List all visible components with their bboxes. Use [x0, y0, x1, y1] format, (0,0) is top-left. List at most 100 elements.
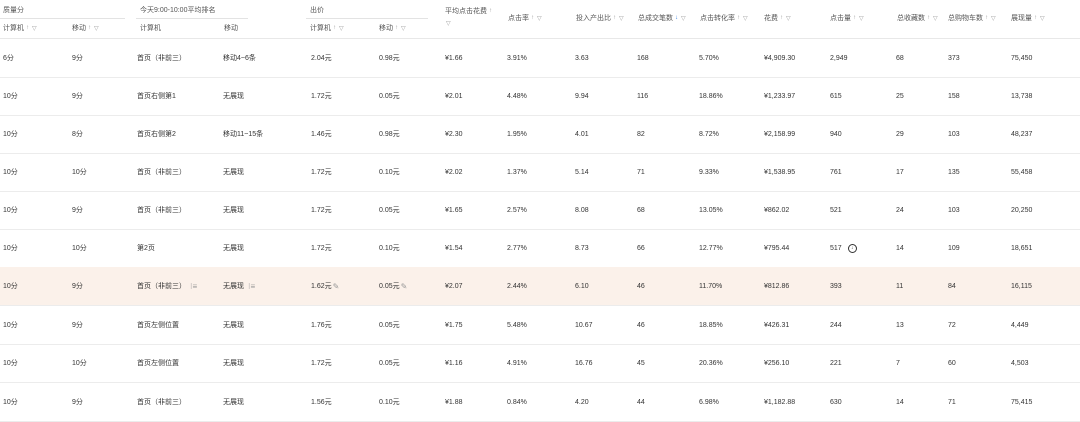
filter-icon[interactable]: ▽	[681, 15, 687, 22]
filter-icon[interactable]: ▽	[401, 25, 407, 32]
filter-icon[interactable]: ▽	[619, 15, 625, 22]
cell-bid-pc[interactable]: 2.04元	[311, 39, 332, 77]
rank-list-icon[interactable]: ⁝≡	[248, 282, 255, 291]
col-carts[interactable]: 总购物车数 ↑ ▽	[948, 13, 997, 23]
table-row[interactable]: 6分 9分 首页（非前三） 移动4~6条 2.04元 0.98元 ¥1.66 3…	[0, 39, 1080, 78]
filter-icon[interactable]: ▽	[859, 15, 865, 22]
group-divider	[0, 18, 125, 19]
cell-rank-mobile: 无展现	[223, 245, 244, 252]
table-row[interactable]: 10分 9分 首页右侧第1 无展现 1.72元 0.05元 ¥2.01 4.48…	[0, 77, 1080, 116]
cell-favs: 14	[896, 398, 904, 406]
cell-impressions: 75,415	[1011, 398, 1033, 406]
filter-icon[interactable]: ▽	[786, 15, 792, 22]
col-cost[interactable]: 花费 ↑ ▽	[764, 13, 792, 23]
cell-cvr: 9.33%	[699, 168, 719, 176]
col-ctr[interactable]: 点击率 ↑ ▽	[508, 13, 543, 23]
cell-bid-pc[interactable]: 1.72元	[311, 77, 332, 115]
filter-icon[interactable]: ▽	[1040, 15, 1046, 22]
cell-bid-mobile[interactable]: 0.05元	[379, 191, 400, 229]
cell-bid-mobile[interactable]: 0.05元 ✎	[379, 267, 407, 305]
sort-icon[interactable]: ↑	[613, 15, 617, 21]
sort-icon[interactable]: ↑	[531, 15, 535, 21]
cell-cvr: 6.98%	[699, 398, 719, 406]
group-divider	[136, 18, 248, 19]
filter-icon[interactable]: ▽	[933, 15, 939, 22]
col-cvr[interactable]: 点击转化率 ↑ ▽	[700, 13, 749, 23]
col-roi[interactable]: 投入产出比 ↑ ▽	[576, 13, 625, 23]
col-bid-mobile[interactable]: 移动 ↑ ▽	[379, 23, 407, 33]
cell-favs: 17	[896, 168, 904, 176]
sort-icon[interactable]: ↑	[395, 25, 399, 31]
filter-icon[interactable]: ▽	[743, 15, 749, 22]
col-impressions[interactable]: 展现量 ↑ ▽	[1011, 13, 1046, 23]
col-favs[interactable]: 总收藏数 ↑ ▽	[897, 13, 939, 23]
cell-bid-pc[interactable]: 1.72元	[311, 191, 332, 229]
sort-icon[interactable]: ↑	[927, 15, 931, 21]
sort-descending-icon[interactable]: ↓	[675, 15, 679, 21]
col-quality-pc[interactable]: 计算机 ↑ ▽	[3, 23, 38, 33]
cell-bid-pc[interactable]: 1.46元	[311, 115, 332, 153]
cell-bid-pc[interactable]: 1.56元	[311, 383, 332, 421]
pencil-icon[interactable]: ✎	[401, 282, 408, 291]
cell-cost: ¥1,233.97	[764, 92, 796, 100]
sort-icon[interactable]: ↑	[780, 15, 784, 21]
pencil-icon[interactable]: ✎	[333, 282, 340, 291]
filter-icon[interactable]: ▽	[32, 25, 38, 32]
cell-bid-mobile[interactable]: 0.98元	[379, 115, 400, 153]
cell-impressions: 4,449	[1011, 321, 1029, 329]
sort-icon[interactable]: ↑	[26, 25, 30, 31]
col-deals[interactable]: 总成交笔数 ↓ ▽	[638, 13, 687, 23]
col-quality-mobile[interactable]: 移动 ↑ ▽	[72, 23, 100, 33]
cell-bid-mobile[interactable]: 0.10元	[379, 383, 400, 421]
cell-carts: 60	[948, 359, 956, 367]
cell-rank-mobile: 无展现	[223, 169, 244, 176]
filter-icon[interactable]: ▽	[446, 20, 452, 27]
cell-deals: 71	[637, 168, 645, 176]
cell-bid-pc[interactable]: 1.72元	[311, 344, 332, 382]
table-row[interactable]: 10分 10分 首页左侧位置 无展现 1.72元 0.05元 ¥1.16 4.9…	[0, 344, 1080, 383]
sort-icon[interactable]: ↑	[489, 8, 493, 14]
avg-cpc-filter[interactable]: ▽	[446, 20, 452, 27]
cell-bid-mobile[interactable]: 0.10元	[379, 229, 400, 267]
cell-clicks: 2,949	[830, 54, 848, 62]
table-row[interactable]: 10分 10分 首页（非前三） 无展现 1.72元 0.10元 ¥2.02 1.…	[0, 153, 1080, 192]
cell-bid-pc[interactable]: 1.72元	[311, 153, 332, 191]
sort-icon[interactable]: ↑	[853, 15, 857, 21]
sort-up-icon[interactable]: ↑	[333, 25, 337, 31]
group-bid: 出价	[310, 7, 324, 14]
filter-icon[interactable]: ▽	[339, 25, 345, 32]
cell-favs: 24	[896, 206, 904, 214]
sort-icon[interactable]: ↑	[88, 25, 92, 31]
filter-icon[interactable]: ▽	[537, 15, 543, 22]
cell-bid-mobile[interactable]: 0.98元	[379, 39, 400, 77]
cell-bid-pc[interactable]: 1.62元 ✎	[311, 267, 339, 305]
cell-bid-mobile[interactable]: 0.05元	[379, 306, 400, 344]
col-clicks[interactable]: 点击量 ↑ ▽	[830, 13, 865, 23]
rank-list-icon[interactable]: ⁝≡	[190, 282, 197, 291]
sort-icon[interactable]: ↑	[1034, 15, 1038, 21]
cell-deals: 45	[637, 359, 645, 367]
cell-bid-mobile[interactable]: 0.05元	[379, 344, 400, 382]
cell-cvr: 13.05%	[699, 206, 723, 214]
cell-cost: ¥812.86	[764, 282, 790, 290]
filter-icon[interactable]: ▽	[94, 25, 100, 32]
sort-icon[interactable]: ↑	[985, 15, 989, 21]
cell-bid-mobile[interactable]: 0.10元	[379, 153, 400, 191]
filter-icon[interactable]: ▽	[991, 15, 997, 22]
table-row[interactable]: 10分 9分 首页左侧位置 无展现 1.76元 0.05元 ¥1.75 5.48…	[0, 306, 1080, 345]
col-bid-pc[interactable]: 计算机 ↑ ▽	[310, 23, 345, 33]
col-avg-cpc[interactable]: 平均点击花费 ↑	[445, 6, 493, 16]
cell-rank-mobile: 无展现	[223, 207, 244, 214]
table-row[interactable]: 10分 8分 首页右侧第2 移动11~15条 1.46元 0.98元 ¥2.30…	[0, 115, 1080, 154]
info-icon[interactable]: ↓	[847, 243, 857, 253]
cell-bid-pc[interactable]: 1.72元	[311, 229, 332, 267]
cell-ctr: 1.37%	[507, 168, 527, 176]
table-row[interactable]: 10分 9分 首页（非前三） 无展现 1.72元 0.05元 ¥1.65 2.5…	[0, 191, 1080, 230]
table-row[interactable]: 10分 10分 第2页 无展现 1.72元 0.10元 ¥1.54 2.77% …	[0, 229, 1080, 268]
cell-bid-mobile[interactable]: 0.05元	[379, 77, 400, 115]
sort-icon[interactable]: ↑	[737, 15, 741, 21]
table-row[interactable]: 10分 9分 首页（非前三） 无展现 1.56元 0.10元 ¥1.88 0.8…	[0, 383, 1080, 422]
cell-bid-pc[interactable]: 1.76元	[311, 306, 332, 344]
table-row-hovered[interactable]: 10分 9分 首页（非前三） ⁝≡ 无展现 ⁝≡ 1.62元 ✎ 0.05元 ✎ ¥2.…	[0, 267, 1080, 306]
cell-cost: ¥1,538.95	[764, 168, 796, 176]
